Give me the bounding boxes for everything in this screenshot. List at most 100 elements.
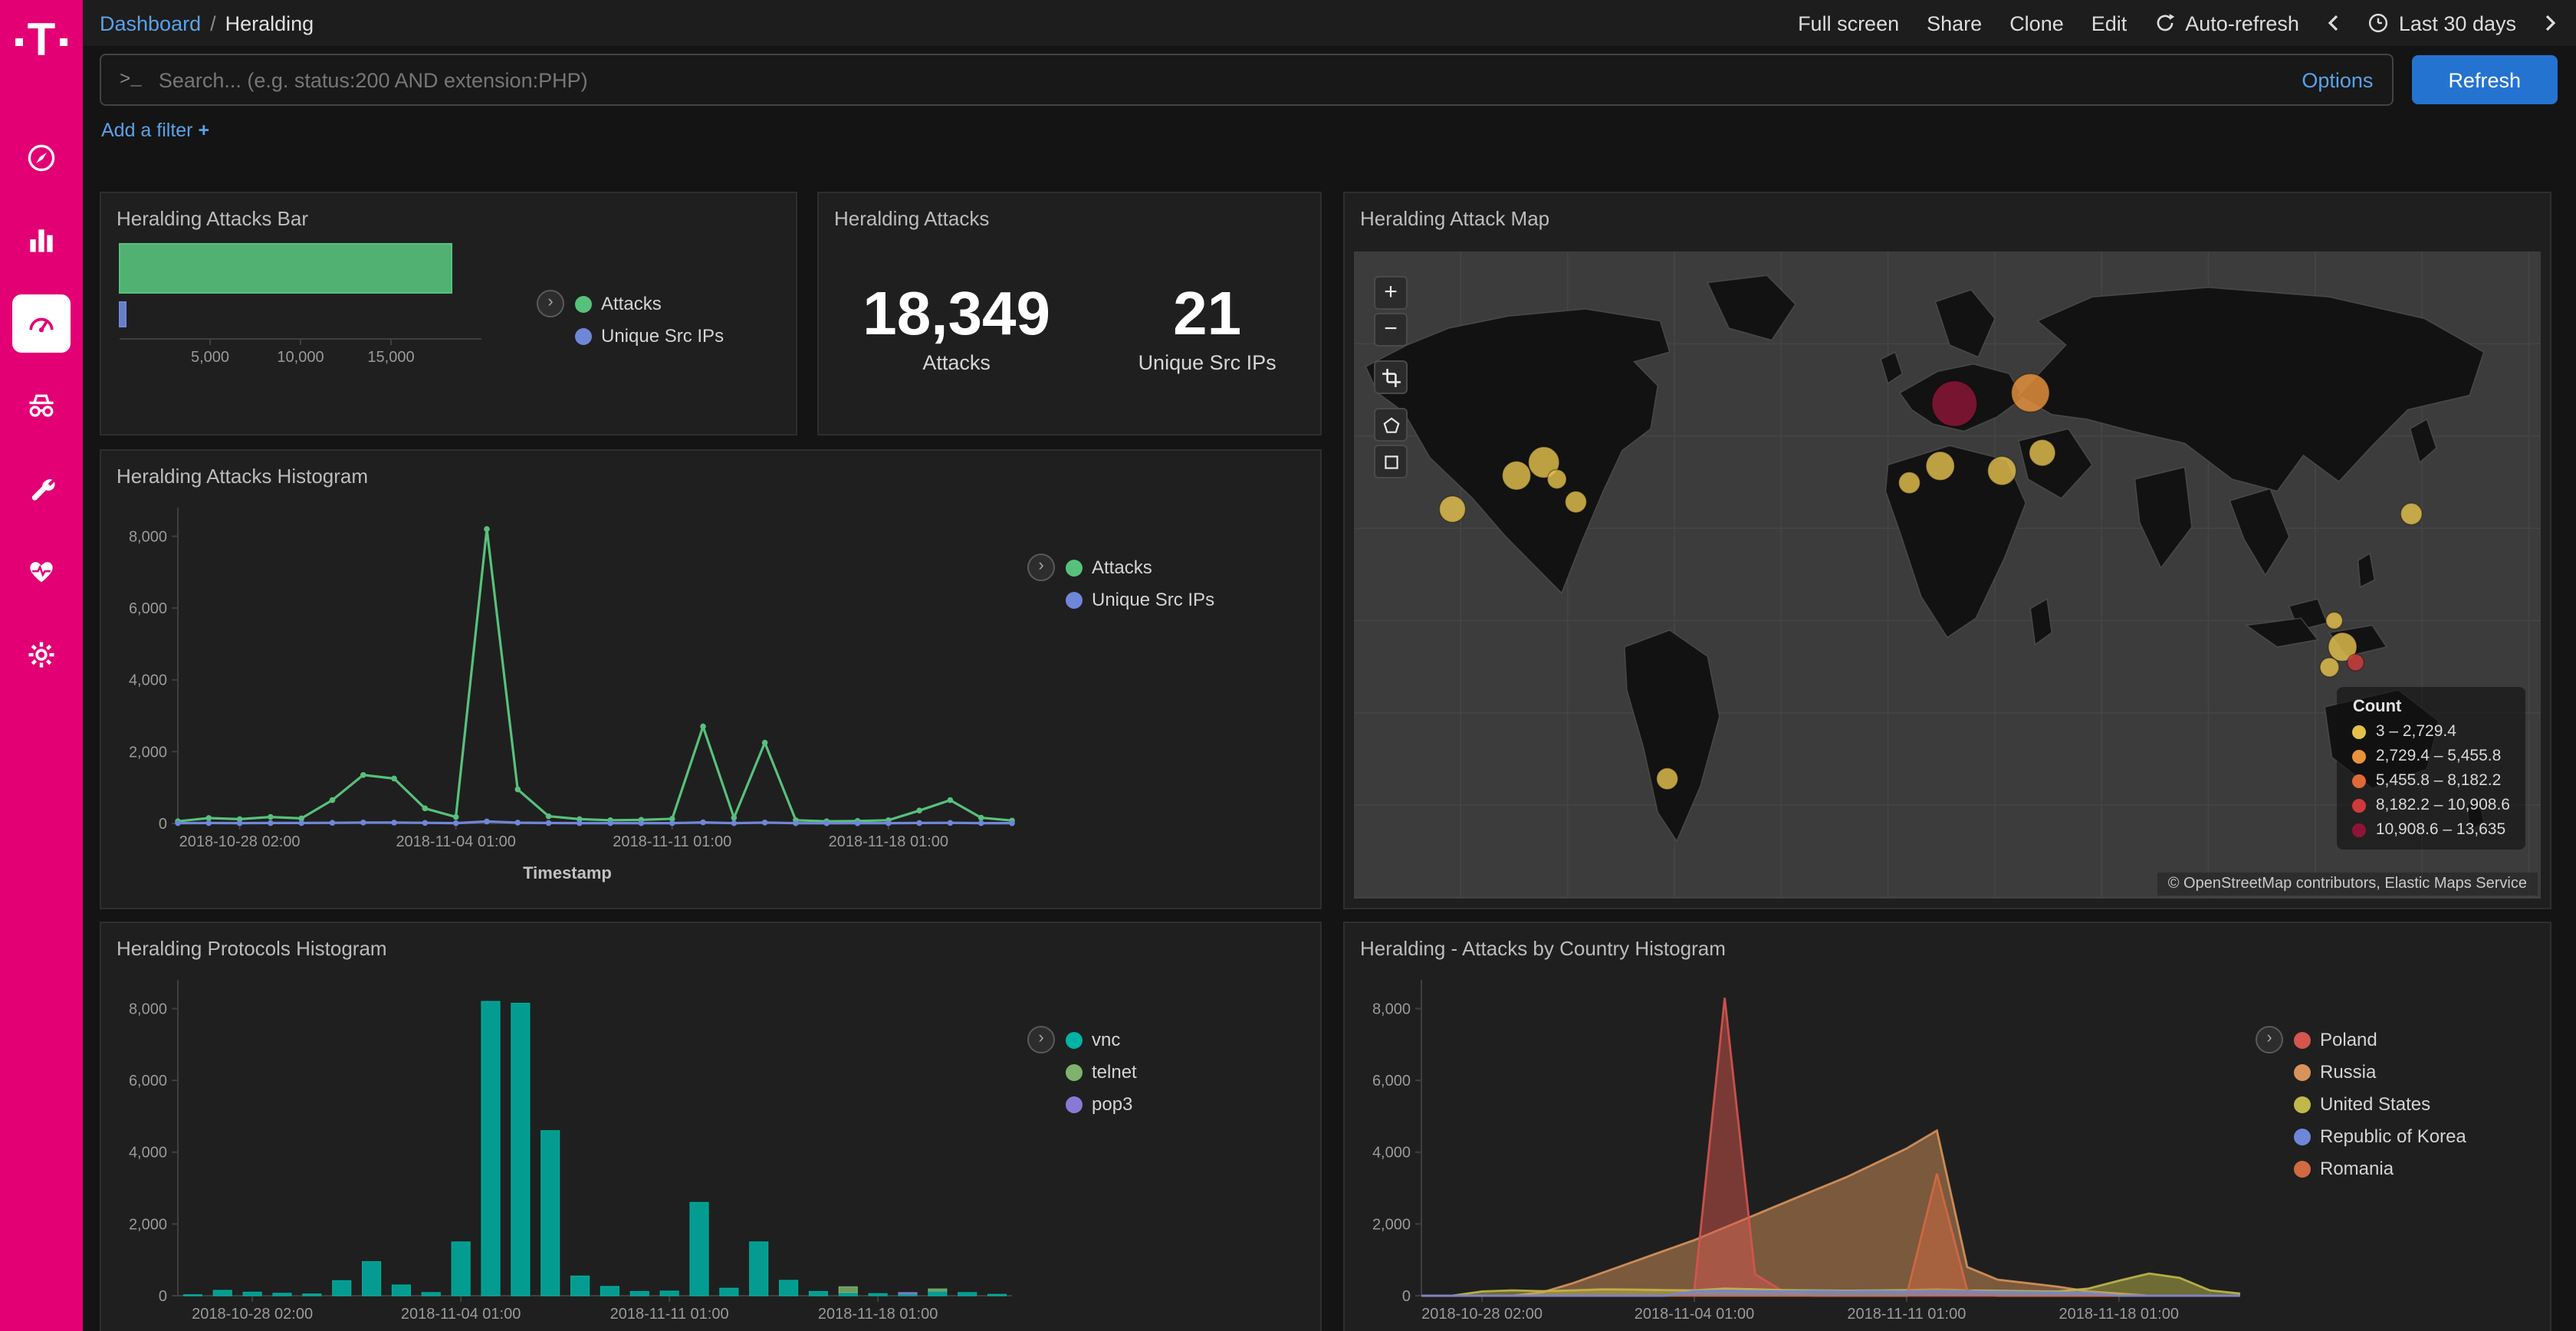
legend-item[interactable]: Romania	[2294, 1158, 2466, 1179]
legend-item[interactable]: Attacks	[1066, 557, 1214, 578]
svg-text:2018-11-11 01:00: 2018-11-11 01:00	[1847, 1306, 1966, 1323]
svg-text:2018-11-11 01:00: 2018-11-11 01:00	[610, 1306, 729, 1323]
svg-text:2018-11-18 01:00: 2018-11-18 01:00	[818, 1306, 938, 1323]
gear-icon	[25, 638, 58, 672]
metric-label: Attacks	[863, 351, 1050, 374]
search-box[interactable]: >_ Options	[100, 54, 2393, 106]
sidebar: T	[0, 0, 83, 1331]
legend-color-dot	[2294, 1096, 2311, 1112]
legend-item[interactable]: Attacks	[575, 293, 724, 314]
legend-item: 10,908.6 – 13,635	[2353, 820, 2510, 839]
legend-item[interactable]: pop3	[1066, 1093, 1137, 1115]
legend-label: 3 – 2,729.4	[2376, 722, 2456, 741]
bar-chart-icon	[25, 224, 58, 258]
time-back-button[interactable]	[2327, 14, 2341, 32]
edit-button[interactable]: Edit	[2091, 12, 2128, 35]
sidebar-item-discover[interactable]	[12, 129, 71, 187]
svg-text:10,000: 10,000	[277, 349, 324, 366]
svg-text:6,000: 6,000	[129, 1073, 167, 1089]
crop-icon	[1381, 367, 1401, 387]
time-forward-button[interactable]	[2544, 14, 2558, 32]
legend-item[interactable]: Unique Src IPs	[575, 325, 724, 347]
legend-item[interactable]: Poland	[2294, 1029, 2466, 1050]
map-attribution: © OpenStreetMap contributors, Elastic Ma…	[2157, 873, 2538, 896]
heartbeat-icon	[25, 555, 58, 589]
legend-color-dot	[1066, 1096, 1083, 1112]
svg-text:8,000: 8,000	[129, 1001, 167, 1017]
chevron-left-icon	[2327, 14, 2341, 32]
svg-text:0: 0	[1402, 1288, 1411, 1305]
legend-expand-icon[interactable]: ›	[537, 290, 564, 317]
search-input[interactable]	[156, 67, 2288, 93]
sidebar-item-dashboard[interactable]	[12, 294, 71, 353]
query-bar: >_ Options Refresh	[100, 54, 2558, 106]
legend-color-dot	[2294, 1128, 2311, 1145]
map-zoom-in-button[interactable]: +	[1374, 276, 1408, 310]
add-filter-link[interactable]: Add a filter +	[101, 120, 209, 141]
chart-legend: Poland Russia United States Republic of Kor…	[2294, 1026, 2466, 1190]
svg-text:2018-11-04 01:00: 2018-11-04 01:00	[1635, 1306, 1754, 1323]
legend-item: 3 – 2,729.4	[2353, 722, 2510, 741]
legend-item[interactable]: Russia	[2294, 1061, 2466, 1083]
map-draw-polygon-button[interactable]	[1374, 408, 1408, 442]
refresh-button[interactable]: Refresh	[2411, 55, 2558, 104]
world-map[interactable]: + −	[1354, 251, 2541, 899]
query-options-link[interactable]: Options	[2302, 68, 2373, 91]
sidebar-item-siem[interactable]	[12, 377, 71, 435]
logo-dot	[15, 38, 23, 45]
legend-color-dot	[1066, 559, 1083, 576]
svg-text:2018-11-04 01:00: 2018-11-04 01:00	[401, 1306, 521, 1323]
map-count-legend: Count 3 – 2,729.42,729.4 – 5,455.85,455.…	[2338, 687, 2525, 850]
panel-heralding-attacks-bar: Heralding Attacks Bar 5,00010,00015,000 …	[100, 192, 797, 435]
svg-text:2018-10-28 02:00: 2018-10-28 02:00	[1421, 1306, 1543, 1323]
map-zoom-out-button[interactable]: −	[1374, 313, 1408, 347]
legend-item[interactable]: United States	[2294, 1093, 2466, 1115]
map-draw-rectangle-button[interactable]	[1374, 445, 1408, 478]
svg-text:0: 0	[159, 1288, 167, 1305]
legend-item[interactable]: Republic of Korea	[2294, 1126, 2466, 1147]
sidebar-item-visualize[interactable]	[12, 212, 71, 270]
legend-item[interactable]: Unique Src IPs	[1066, 589, 1214, 610]
filter-bar: Add a filter +	[101, 120, 2558, 141]
map-controls: + −	[1374, 276, 1408, 478]
telekom-logo[interactable]: T	[15, 12, 68, 71]
time-range-picker[interactable]: Last 30 days	[2368, 12, 2516, 35]
terminal-prompt-icon: >_	[120, 69, 142, 90]
sidebar-item-management[interactable]	[12, 626, 71, 684]
svg-text:4,000: 4,000	[129, 672, 167, 689]
svg-text:4,000: 4,000	[129, 1145, 167, 1162]
breadcrumb-separator: /	[210, 12, 216, 35]
svg-text:15,000: 15,000	[367, 349, 414, 366]
panel-title: Heralding Attack Map	[1345, 193, 2550, 235]
clone-button[interactable]: Clone	[2009, 12, 2064, 35]
legend-expand-icon[interactable]: ›	[1027, 1026, 1055, 1053]
svg-text:2018-11-18 01:00: 2018-11-18 01:00	[829, 833, 948, 850]
wrench-icon	[25, 472, 58, 506]
legend-label: pop3	[1092, 1093, 1132, 1115]
svg-text:2018-10-28 02:00: 2018-10-28 02:00	[192, 1306, 313, 1323]
legend-label: Russia	[2320, 1061, 2376, 1083]
legend-expand-icon[interactable]: ›	[1027, 554, 1055, 581]
legend-item[interactable]: vnc	[1066, 1029, 1137, 1050]
map-legend-rows: 3 – 2,729.42,729.4 – 5,455.85,455.8 – 8,…	[2353, 722, 2510, 839]
sidebar-item-devtools[interactable]	[12, 460, 71, 518]
plus-icon: +	[199, 120, 210, 141]
rectangle-icon	[1381, 452, 1401, 472]
svg-text:2018-10-28 02:00: 2018-10-28 02:00	[179, 833, 301, 850]
legend-expand-icon[interactable]: ›	[2256, 1026, 2283, 1053]
svg-text:2018-11-18 01:00: 2018-11-18 01:00	[2059, 1306, 2179, 1323]
legend-label: United States	[2320, 1093, 2430, 1115]
fullscreen-button[interactable]: Full screen	[1798, 12, 1899, 35]
attacks-bar-chart: 5,00010,00015,000	[107, 235, 537, 388]
auto-refresh-button[interactable]: Auto-refresh	[2154, 12, 2299, 35]
sidebar-item-monitoring[interactable]	[12, 543, 71, 601]
legend-label: telnet	[1092, 1061, 1137, 1083]
legend-item[interactable]: telnet	[1066, 1061, 1137, 1083]
breadcrumb-dashboard-link[interactable]: Dashboard	[100, 12, 201, 35]
share-button[interactable]: Share	[1927, 12, 1982, 35]
legend-color-dot	[2353, 725, 2367, 738]
top-navigation: Dashboard / Heralding Full screen Share …	[83, 0, 2576, 46]
legend-color-dot	[575, 295, 592, 312]
x-axis-label: Timestamp	[107, 865, 1027, 883]
map-fit-bounds-button[interactable]	[1374, 360, 1408, 394]
